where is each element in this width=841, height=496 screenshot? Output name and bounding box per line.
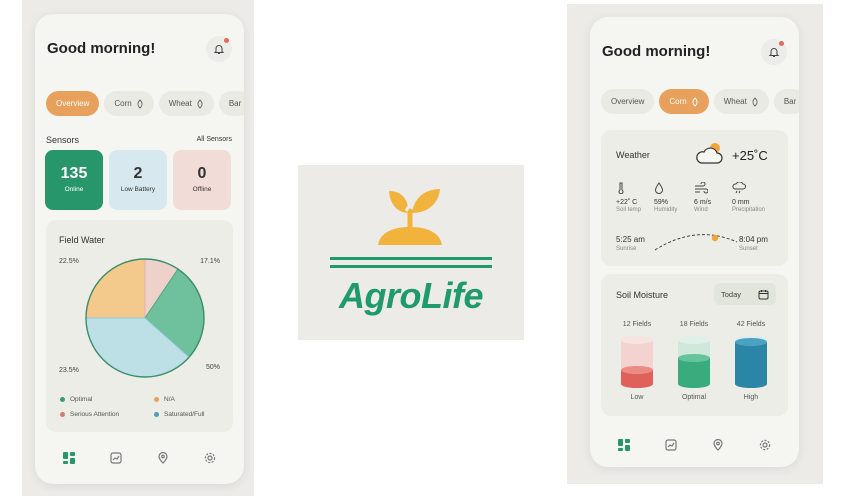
tab-corn[interactable]: Corn <box>659 89 709 114</box>
rain-cloud-icon <box>732 181 746 194</box>
all-sensors-link[interactable]: All Sensors <box>197 136 232 143</box>
low-label: Low <box>630 394 644 401</box>
soil-moisture-card: Soil Moisture Today 12 Fields 18 Fields … <box>601 274 788 416</box>
left-phone: Good morning! Overview Corn Wheat Bar Se… <box>35 14 244 484</box>
bell-icon <box>213 45 225 54</box>
tab-barley[interactable]: Bar <box>773 89 799 114</box>
high-field-count: 42 Fields <box>736 321 766 328</box>
notification-button[interactable] <box>761 39 787 65</box>
location-nav-icon[interactable] <box>710 437 726 453</box>
sensor-offline-card[interactable]: 0 Offline <box>173 150 231 210</box>
pct-label: 22.5% <box>59 258 79 265</box>
partly-cloudy-icon <box>696 143 723 164</box>
tab-corn[interactable]: Corn <box>104 91 154 116</box>
low-cylinder <box>621 336 653 388</box>
sun-icon <box>711 234 719 242</box>
weather-card: Weather +25˚C +22˚ C Soil temp 59% Humid… <box>601 130 788 266</box>
high-label: High <box>743 394 759 401</box>
sunset-time: 8:04 pm <box>739 235 768 244</box>
crop-tabs: Overview Corn Wheat Bar <box>601 89 799 114</box>
sprout-icon <box>378 189 442 245</box>
chart-nav-icon[interactable] <box>663 437 679 453</box>
optimal-cylinder <box>678 336 710 388</box>
bottom-nav <box>35 450 244 466</box>
bell-icon <box>768 48 780 57</box>
pct-label: 50% <box>205 364 220 371</box>
tab-wheat[interactable]: Wheat <box>713 89 769 114</box>
wind-stat: 6 m/s Wind <box>694 181 711 213</box>
high-cylinder <box>735 336 767 388</box>
field-water-title: Field Water <box>59 235 105 245</box>
precipitation-stat: 0 mm Precipitation <box>732 181 765 213</box>
crop-tabs: Overview Corn Wheat Bar <box>46 91 244 116</box>
legend-na: N/A <box>154 396 175 403</box>
location-nav-icon[interactable] <box>155 450 171 466</box>
leaf-icon <box>197 98 203 109</box>
calendar-icon <box>758 289 769 299</box>
optimal-label: Optimal <box>681 394 707 401</box>
tab-barley[interactable]: Bar <box>218 91 244 116</box>
date-picker-button[interactable]: Today <box>714 283 776 305</box>
notification-dot <box>779 41 784 46</box>
humidity-stat: 59% Humidity <box>654 182 677 213</box>
legend-saturated: Saturated/Full <box>154 411 204 418</box>
wind-icon <box>695 181 709 194</box>
pct-label: 23.5% <box>59 367 79 374</box>
sunset-label: Sunset <box>739 246 758 252</box>
brand-name: AgroLife <box>339 275 484 316</box>
legend-serious-attention: Serious Attention <box>60 411 119 418</box>
right-phone: Good morning! Overview Corn Wheat Bar We… <box>590 17 799 467</box>
sensor-low-battery-card[interactable]: 2 Low Battery <box>109 150 167 210</box>
sensor-online-card[interactable]: 135 Online <box>45 150 103 210</box>
sun-arc <box>654 234 738 251</box>
soil-temp-stat: +22˚ C Soil temp <box>616 182 641 213</box>
field-water-card: Field Water 22.5% 17.1% 23.5% 50% Optima… <box>46 220 233 432</box>
bottom-nav <box>590 437 799 453</box>
weather-title: Weather <box>616 150 650 160</box>
legend-optimal: Optimal <box>60 396 92 403</box>
tab-overview[interactable]: Overview <box>601 89 655 114</box>
dashboard-nav-icon[interactable] <box>616 437 632 453</box>
settings-nav-icon[interactable] <box>757 437 773 453</box>
field-water-pie <box>85 258 205 378</box>
weather-temp: +25˚C <box>732 148 768 163</box>
leaf-icon <box>752 96 758 107</box>
dashboard-nav-icon[interactable] <box>61 450 77 466</box>
optimal-field-count: 18 Fields <box>679 321 709 328</box>
logo-rule <box>330 257 492 260</box>
leaf-icon <box>137 98 143 109</box>
notification-button[interactable] <box>206 36 232 62</box>
brand-logo-panel: AgroLife <box>298 165 524 340</box>
tab-wheat[interactable]: Wheat <box>158 91 214 116</box>
sunrise-time: 5:25 am <box>616 235 645 244</box>
notification-dot <box>224 38 229 43</box>
sunrise-label: Sunrise <box>616 246 637 252</box>
logo-rule <box>330 265 492 268</box>
greeting: Good morning! <box>47 40 156 57</box>
leaf-icon <box>692 96 698 107</box>
thermometer-icon <box>618 182 624 195</box>
chart-nav-icon[interactable] <box>108 450 124 466</box>
pie-slice-na <box>85 258 146 319</box>
settings-nav-icon[interactable] <box>202 450 218 466</box>
sensors-title: Sensors <box>46 135 80 145</box>
greeting: Good morning! <box>602 43 711 60</box>
tab-overview[interactable]: Overview <box>46 91 100 116</box>
droplet-icon <box>654 182 664 194</box>
moisture-cylinders <box>621 336 767 388</box>
low-field-count: 12 Fields <box>622 321 652 328</box>
soil-moisture-title: Soil Moisture <box>616 290 669 300</box>
